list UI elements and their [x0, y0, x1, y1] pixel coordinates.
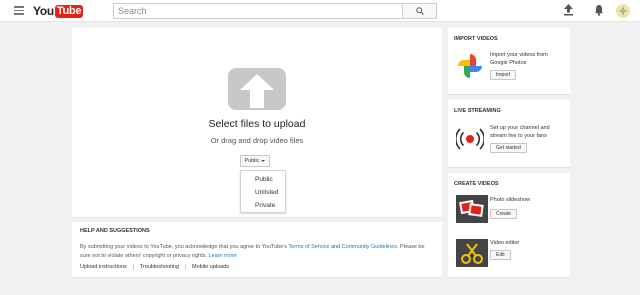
learn-more-link[interactable]: Learn more: [209, 253, 237, 259]
search-input[interactable]: [114, 4, 404, 18]
live-streaming-description: Set up your channel and stream live to y…: [490, 125, 550, 139]
upload-panel[interactable]: Select files to upload Or drag and drop …: [72, 28, 442, 218]
live-streaming-heading: LIVE STREAMING: [454, 108, 501, 114]
live-broadcast-icon: [456, 128, 484, 150]
masthead: You Tube: [0, 0, 640, 22]
upload-instructions-link[interactable]: Upload instructions: [80, 264, 134, 270]
live-streaming-panel: LIVE STREAMING Set up your channel and s…: [448, 100, 570, 168]
help-text-part: By submitting your videos to YouTube, yo…: [80, 244, 289, 250]
youtube-logo[interactable]: You Tube: [33, 4, 84, 18]
video-editor-icon: [456, 239, 488, 267]
logo-tube-text: Tube: [54, 4, 84, 18]
account-avatar[interactable]: [616, 4, 630, 18]
google-photos-icon: [458, 54, 482, 78]
troubleshooting-link[interactable]: Troubleshooting: [140, 264, 187, 270]
help-heading: HELP AND SUGGESTIONS: [80, 228, 150, 234]
search-box: [113, 3, 437, 19]
photo-slideshow-icon: [456, 195, 488, 223]
video-editor-label[interactable]: Video editor: [490, 239, 566, 247]
terms-of-service-link[interactable]: Terms of Service: [288, 244, 329, 250]
import-videos-panel: IMPORT VIDEOS Import your videos from Go…: [448, 28, 570, 95]
import-button[interactable]: Import: [490, 70, 517, 80]
privacy-option-public[interactable]: Public: [255, 176, 273, 183]
edit-video-button[interactable]: Edit: [490, 250, 511, 260]
upload-icon[interactable]: [563, 4, 574, 16]
select-files-heading[interactable]: Select files to upload: [72, 118, 442, 130]
create-slideshow-button[interactable]: Create: [490, 209, 518, 219]
privacy-dropdown-menu: Public Unlisted Private: [240, 170, 286, 213]
photo-slideshow-label[interactable]: Photo slideshow: [490, 196, 566, 204]
search-button[interactable]: [402, 4, 436, 18]
community-guidelines-link[interactable]: Community Guidelines: [342, 244, 397, 250]
import-videos-description: Import your videos from Google Photos: [490, 52, 548, 66]
chevron-down-icon: [261, 160, 266, 162]
privacy-selected-label: Public: [244, 158, 260, 164]
drag-drop-hint: Or drag and drop video files: [210, 136, 304, 145]
menu-icon[interactable]: [14, 6, 24, 15]
logo-you-text: You: [33, 4, 54, 18]
privacy-option-unlisted[interactable]: Unlisted: [255, 189, 278, 196]
help-paragraph: By submitting your videos to YouTube, yo…: [80, 243, 435, 260]
mobile-uploads-link[interactable]: Mobile uploads: [192, 264, 235, 270]
help-links-row: Upload instructions Troubleshooting Mobi…: [80, 264, 241, 270]
import-videos-heading: IMPORT VIDEOS: [454, 36, 498, 42]
search-icon: [416, 7, 424, 15]
notifications-bell-icon[interactable]: [594, 4, 604, 16]
upload-arrow-icon[interactable]: [228, 68, 286, 110]
help-suggestions-panel: HELP AND SUGGESTIONS By submitting your …: [72, 222, 442, 278]
privacy-option-private[interactable]: Private: [255, 202, 275, 209]
create-videos-panel: CREATE VIDEOS Photo slideshow Create Vid…: [448, 173, 570, 278]
get-started-button[interactable]: Get started: [490, 143, 527, 153]
help-text-part: and: [329, 244, 342, 250]
privacy-dropdown-button[interactable]: Public: [240, 155, 270, 167]
create-videos-heading: CREATE VIDEOS: [454, 181, 499, 187]
